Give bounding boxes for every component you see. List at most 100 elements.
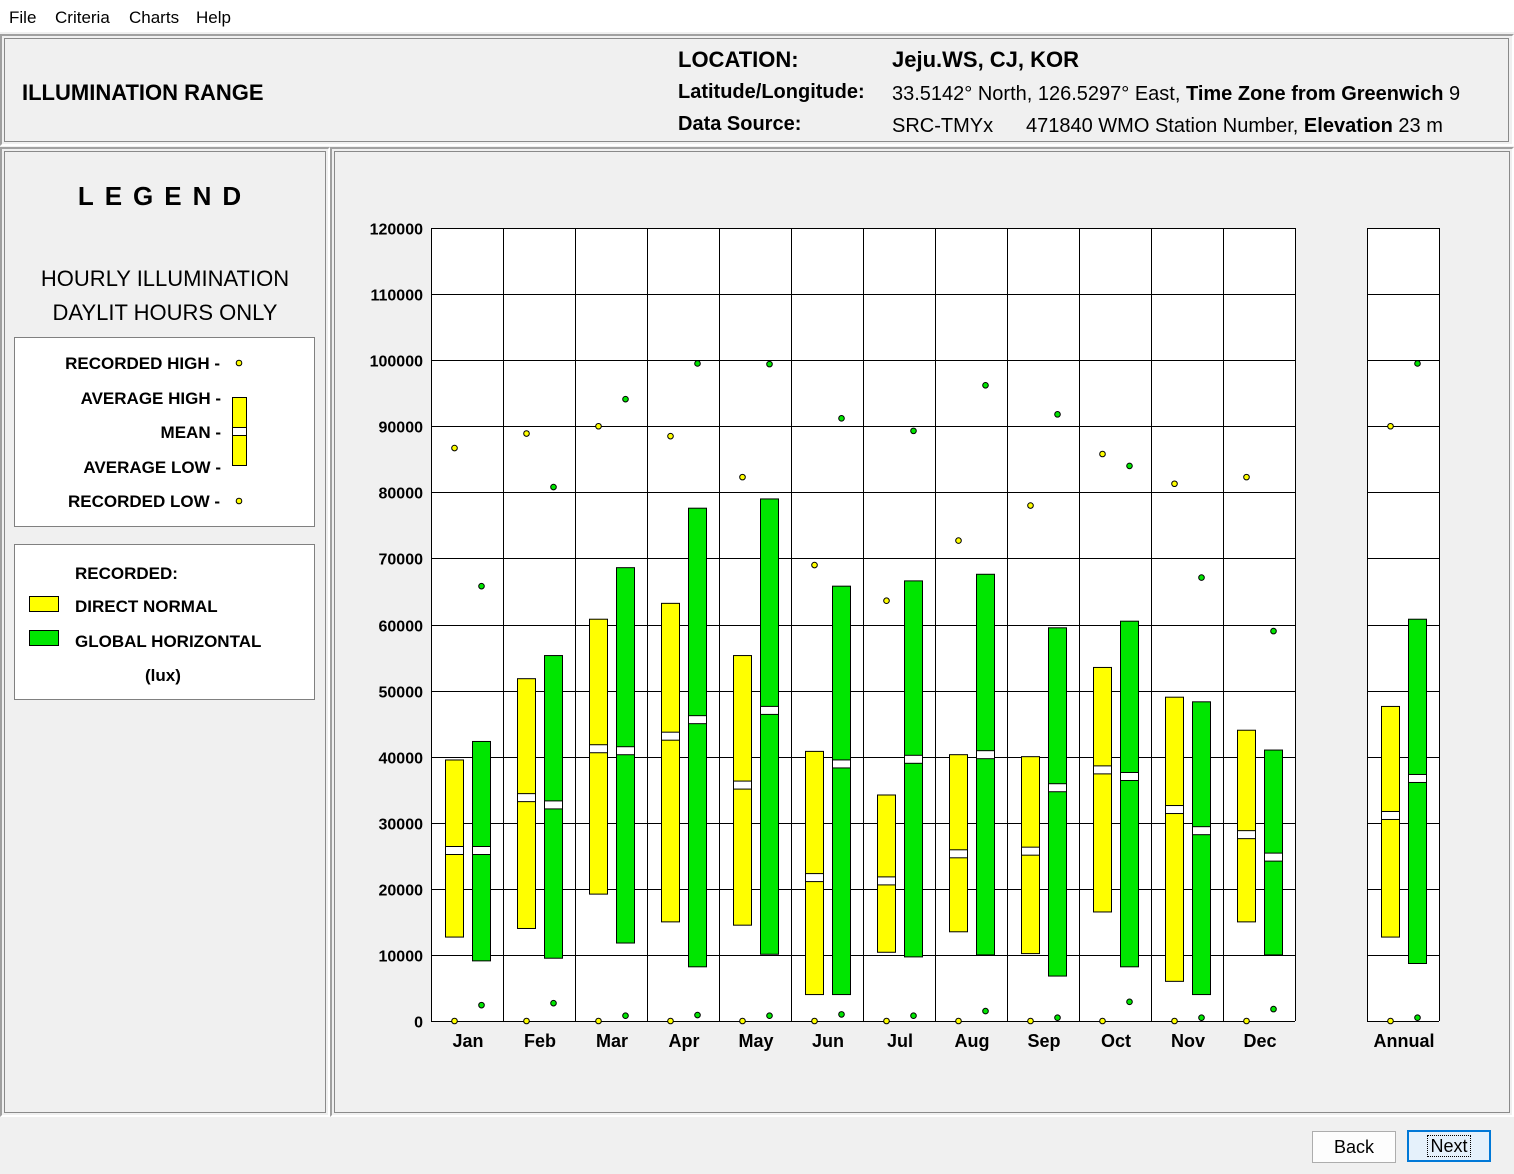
global-horizontal-recorded-low-may bbox=[766, 1012, 773, 1020]
direct-normal-recorded-high-annual bbox=[1387, 422, 1394, 430]
direct-normal-mean-feb bbox=[517, 793, 536, 803]
global-horizontal-recorded-low-jul bbox=[910, 1012, 917, 1020]
direct-normal-bar-jul bbox=[877, 794, 896, 953]
global-horizontal-recorded-low-feb bbox=[550, 999, 557, 1007]
global-horizontal-recorded-low-oct bbox=[1126, 998, 1133, 1006]
direct-normal-bar-feb bbox=[517, 678, 536, 929]
direct-normal-bar-nov bbox=[1165, 696, 1184, 982]
global-horizontal-recorded-high-jan bbox=[478, 582, 485, 590]
direct-normal-recorded-high-nov bbox=[1171, 480, 1178, 488]
global-horizontal-recorded-high-sep bbox=[1054, 411, 1061, 418]
y-tick-label: 100000 bbox=[370, 354, 423, 371]
global-horizontal-mean-jan bbox=[472, 846, 491, 856]
direct-normal-bar-mar bbox=[589, 618, 608, 895]
y-tick-label: 0 bbox=[414, 1015, 423, 1032]
direct-normal-bar-aug bbox=[949, 754, 968, 933]
direct-normal-bar-apr bbox=[661, 602, 680, 923]
direct-normal-mean-may bbox=[733, 780, 752, 790]
y-tick-label: 40000 bbox=[379, 751, 424, 768]
x-tick-label: Dec bbox=[1243, 1031, 1276, 1051]
x-tick-label: Jun bbox=[812, 1031, 844, 1051]
direct-normal-recorded-high-feb bbox=[523, 430, 530, 437]
global-horizontal-recorded-low-mar bbox=[622, 1012, 629, 1020]
next-button-label: Next bbox=[1427, 1135, 1471, 1157]
direct-normal-recorded-high-may bbox=[739, 473, 746, 481]
direct-normal-recorded-low-oct bbox=[1099, 1017, 1106, 1025]
direct-normal-bar-annual bbox=[1381, 705, 1400, 938]
global-horizontal-recorded-high-jun bbox=[838, 415, 845, 422]
y-tick-label: 30000 bbox=[379, 817, 424, 834]
global-horizontal-recorded-high-feb bbox=[550, 483, 557, 491]
global-horizontal-recorded-high-oct bbox=[1126, 462, 1133, 470]
global-horizontal-recorded-low-sep bbox=[1054, 1014, 1061, 1021]
global-horizontal-mean-aug bbox=[976, 750, 995, 760]
direct-normal-mean-jul bbox=[877, 876, 896, 886]
global-horizontal-bar-jun bbox=[832, 585, 851, 996]
global-horizontal-recorded-low-aug bbox=[982, 1007, 989, 1015]
global-horizontal-bar-sep bbox=[1048, 627, 1067, 977]
global-horizontal-recorded-high-aug bbox=[982, 381, 989, 389]
direct-normal-bar-jun bbox=[805, 750, 824, 996]
illumination-range-chart: 0 10000 20000 30000 40000 50000 60000 70000 8000… bbox=[370, 222, 1440, 1051]
global-horizontal-mean-feb bbox=[544, 800, 563, 810]
global-horizontal-mean-mar bbox=[616, 746, 635, 756]
direct-normal-mean-sep bbox=[1021, 846, 1040, 856]
global-horizontal-mean-jul bbox=[904, 754, 923, 764]
global-horizontal-recorded-high-dec bbox=[1270, 627, 1277, 635]
global-horizontal-recorded-low-jun bbox=[838, 1011, 845, 1018]
x-tick-label: Sep bbox=[1027, 1031, 1060, 1051]
direct-normal-recorded-low-jul bbox=[883, 1017, 890, 1025]
x-tick-label: Nov bbox=[1171, 1031, 1205, 1051]
direct-normal-recorded-low-nov bbox=[1171, 1017, 1178, 1025]
direct-normal-mean-jan bbox=[445, 846, 464, 856]
next-button[interactable]: Next bbox=[1407, 1130, 1491, 1162]
back-button[interactable]: Back bbox=[1312, 1131, 1396, 1163]
direct-normal-mean-aug bbox=[949, 849, 968, 859]
direct-normal-mean-nov bbox=[1165, 805, 1184, 815]
x-tick-label: Jan bbox=[452, 1031, 483, 1051]
x-tick-label: Annual bbox=[1374, 1031, 1435, 1051]
global-horizontal-bar-mar bbox=[616, 567, 635, 944]
global-horizontal-recorded-low-nov bbox=[1198, 1014, 1205, 1021]
direct-normal-recorded-low-mar bbox=[595, 1017, 602, 1025]
direct-normal-mean-annual bbox=[1381, 810, 1400, 820]
direct-normal-recorded-high-apr bbox=[667, 432, 674, 440]
global-horizontal-recorded-high-jul bbox=[910, 427, 917, 435]
x-tick-label: Aug bbox=[955, 1031, 990, 1051]
direct-normal-recorded-high-jun bbox=[811, 561, 818, 569]
global-horizontal-mean-dec bbox=[1264, 852, 1283, 862]
direct-normal-bar-dec bbox=[1237, 729, 1256, 923]
direct-normal-recorded-low-may bbox=[739, 1017, 746, 1025]
global-horizontal-bar-apr bbox=[688, 507, 707, 968]
global-horizontal-mean-nov bbox=[1192, 826, 1211, 836]
direct-normal-recorded-high-sep bbox=[1027, 502, 1034, 509]
y-tick-label: 90000 bbox=[379, 420, 424, 437]
y-tick-label: 80000 bbox=[379, 486, 424, 503]
global-horizontal-mean-apr bbox=[688, 715, 707, 725]
direct-normal-recorded-low-jun bbox=[811, 1017, 818, 1025]
global-horizontal-recorded-high-mar bbox=[622, 395, 629, 403]
global-horizontal-mean-annual bbox=[1408, 773, 1427, 783]
global-horizontal-recorded-high-apr bbox=[694, 360, 701, 367]
x-tick-label: May bbox=[738, 1031, 773, 1051]
direct-normal-recorded-high-jan bbox=[451, 444, 458, 452]
direct-normal-recorded-low-sep bbox=[1027, 1017, 1034, 1025]
y-tick-label: 50000 bbox=[379, 685, 424, 702]
global-horizontal-recorded-low-annual bbox=[1414, 1014, 1421, 1021]
x-tick-label: Jul bbox=[887, 1031, 913, 1051]
global-horizontal-bar-nov bbox=[1192, 701, 1211, 996]
global-horizontal-recorded-low-dec bbox=[1270, 1005, 1277, 1013]
global-horizontal-bar-aug bbox=[976, 573, 995, 956]
global-horizontal-mean-oct bbox=[1120, 771, 1139, 781]
direct-normal-bar-may bbox=[733, 655, 752, 926]
x-tick-label: Mar bbox=[596, 1031, 628, 1051]
global-horizontal-recorded-high-may bbox=[766, 360, 773, 368]
global-horizontal-mean-jun bbox=[832, 759, 851, 769]
direct-normal-recorded-low-aug bbox=[955, 1017, 962, 1025]
global-horizontal-recorded-low-apr bbox=[694, 1011, 701, 1019]
direct-normal-recorded-low-jan bbox=[451, 1017, 458, 1025]
global-horizontal-mean-sep bbox=[1048, 783, 1067, 793]
y-tick-label: 10000 bbox=[379, 949, 424, 966]
global-horizontal-bar-jul bbox=[904, 580, 923, 958]
direct-normal-bar-oct bbox=[1093, 666, 1112, 913]
